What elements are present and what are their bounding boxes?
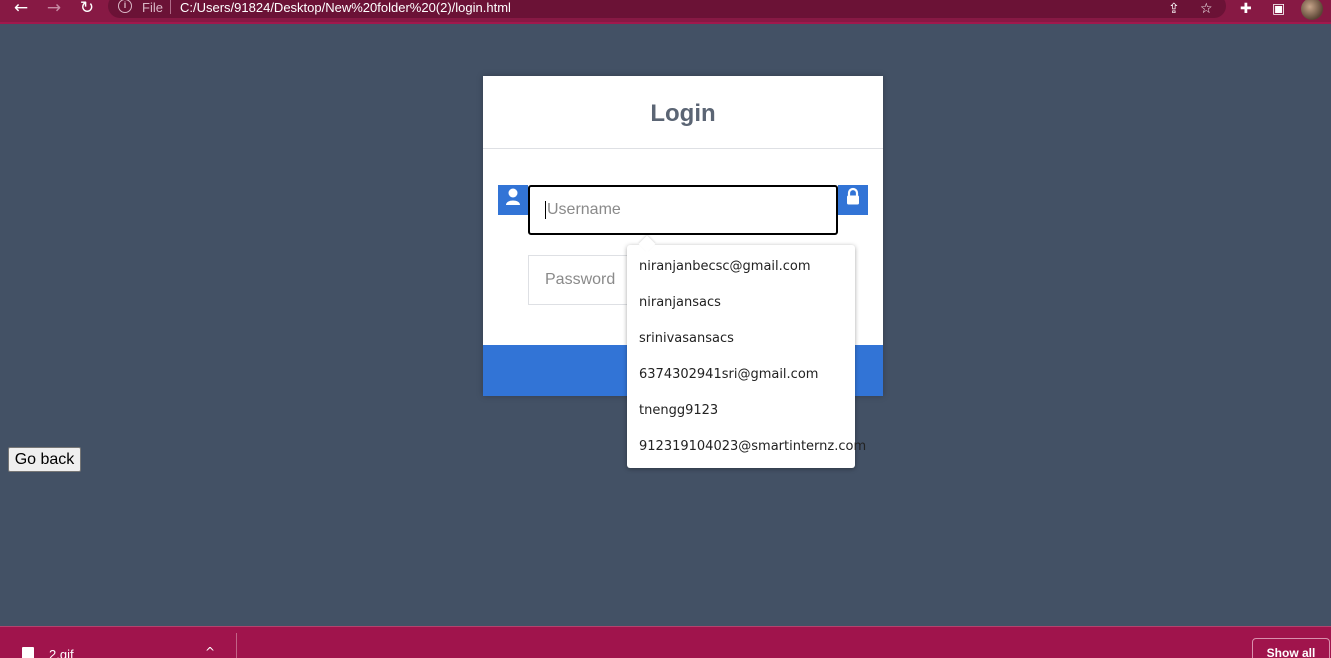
address-bar[interactable]: i File C:/Users/91824/Desktop/New%20fold…	[108, 0, 1226, 18]
side-panel-icon[interactable]: ▣	[1272, 1, 1285, 17]
autofill-option[interactable]: niranjansacs	[627, 285, 855, 321]
download-separator	[236, 633, 237, 658]
extensions-icon[interactable]: ✚	[1240, 1, 1252, 17]
browser-toolbar: ← → ↻ i File C:/Users/91824/Desktop/New%…	[0, 0, 1331, 24]
user-icon	[498, 185, 528, 215]
file-icon	[22, 647, 34, 658]
login-title: Login	[483, 76, 883, 149]
profile-avatar[interactable]	[1301, 0, 1323, 20]
chevron-up-icon[interactable]: ^	[205, 645, 215, 658]
show-all-button[interactable]: Show all	[1252, 638, 1330, 658]
username-input[interactable]: Username	[528, 185, 838, 235]
download-bar: 2.gif ^ Show all	[0, 626, 1331, 658]
password-placeholder: Password	[545, 271, 616, 288]
url-text[interactable]: C:/Users/91824/Desktop/New%20folder%20(2…	[180, 0, 511, 15]
address-separator	[170, 0, 171, 14]
text-caret	[545, 200, 546, 219]
autofill-option[interactable]: tnengg9123	[627, 393, 855, 429]
autofill-option[interactable]: 912319104023@smartinternz.com	[627, 429, 866, 465]
star-icon[interactable]: ☆	[1200, 1, 1213, 17]
autofill-option[interactable]: niranjanbecsc@gmail.com	[627, 249, 855, 285]
autofill-option[interactable]: srinivasansacs	[627, 321, 855, 357]
share-icon[interactable]: ⇪	[1168, 1, 1180, 17]
scheme-label: File	[142, 0, 163, 15]
autofill-option[interactable]: 6374302941sri@gmail.com	[627, 357, 855, 393]
autofill-dropdown: niranjanbecsc@gmail.com niranjansacs sri…	[627, 245, 866, 468]
info-icon[interactable]: i	[118, 0, 132, 13]
go-back-button[interactable]: Go back	[8, 447, 81, 472]
reload-icon[interactable]: ↻	[76, 0, 98, 18]
forward-arrow-icon[interactable]: →	[43, 0, 65, 18]
back-arrow-icon[interactable]: ←	[10, 0, 32, 18]
username-placeholder: Username	[547, 201, 621, 218]
download-file-name[interactable]: 2.gif	[49, 647, 74, 658]
lock-icon	[838, 185, 868, 215]
